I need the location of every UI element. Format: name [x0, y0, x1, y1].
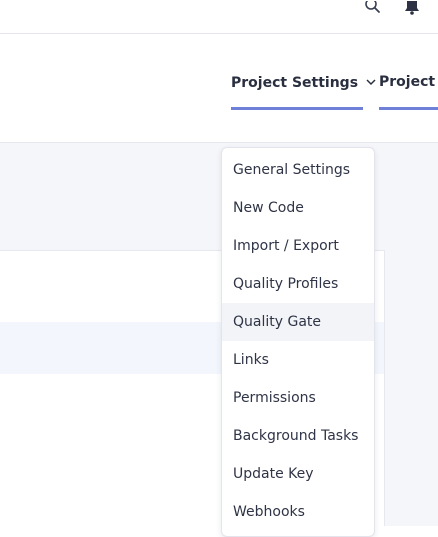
menu-item-quality-gate[interactable]: Quality Gate: [222, 303, 374, 341]
project-settings-dropdown: General Settings New Code Import / Expor…: [221, 147, 375, 537]
menu-item-update-key[interactable]: Update Key: [222, 455, 374, 493]
tab-project-information[interactable]: Project In: [379, 74, 438, 110]
menu-item-quality-profiles[interactable]: Quality Profiles: [222, 265, 374, 303]
search-icon[interactable]: [364, 0, 382, 14]
menu-item-webhooks[interactable]: Webhooks: [222, 493, 374, 531]
bell-icon[interactable]: [404, 0, 420, 15]
tab-project-information-label: Project In: [379, 74, 438, 90]
menu-item-background-tasks[interactable]: Background Tasks: [222, 417, 374, 455]
tab-project-settings-label: Project Settings: [231, 75, 359, 91]
menu-item-new-code[interactable]: New Code: [222, 189, 374, 227]
top-navbar: [0, 0, 438, 34]
tab-project-settings[interactable]: Project Settings: [231, 74, 376, 110]
menu-item-import-export[interactable]: Import / Export: [222, 227, 374, 265]
chevron-down-icon: [366, 74, 376, 90]
menu-item-permissions[interactable]: Permissions: [222, 379, 374, 417]
menu-item-general-settings[interactable]: General Settings: [222, 151, 374, 189]
menu-item-links[interactable]: Links: [222, 341, 374, 379]
